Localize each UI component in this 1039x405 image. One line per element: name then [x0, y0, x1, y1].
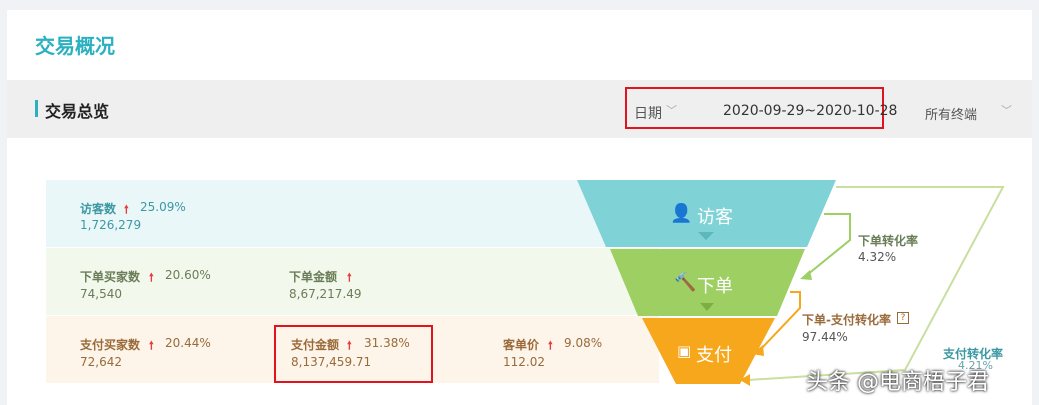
watermark: 头条 @电商梧子君 — [806, 370, 989, 395]
order-rate-value: 4.32% — [858, 250, 897, 264]
order-pay-rate-value: 97.44% — [802, 330, 848, 344]
help-icon[interactable]: ? — [897, 312, 909, 324]
user-icon: 👤 — [670, 203, 693, 224]
wallet-icon: ▣ — [677, 342, 692, 360]
funnel-stage-pay: 支付 — [696, 345, 732, 366]
order-pay-rate-label: 下单-支付转化率 — [802, 313, 891, 327]
funnel-chart — [577, 180, 1005, 386]
funnel-stage-visit: 访客 — [697, 207, 733, 228]
order-rate-label: 下单转化率 — [858, 234, 919, 248]
funnel-stage-order: 下单 — [697, 276, 733, 297]
order-rate-arrowhead — [800, 270, 812, 280]
hammer-icon: 🔨 — [674, 272, 697, 293]
